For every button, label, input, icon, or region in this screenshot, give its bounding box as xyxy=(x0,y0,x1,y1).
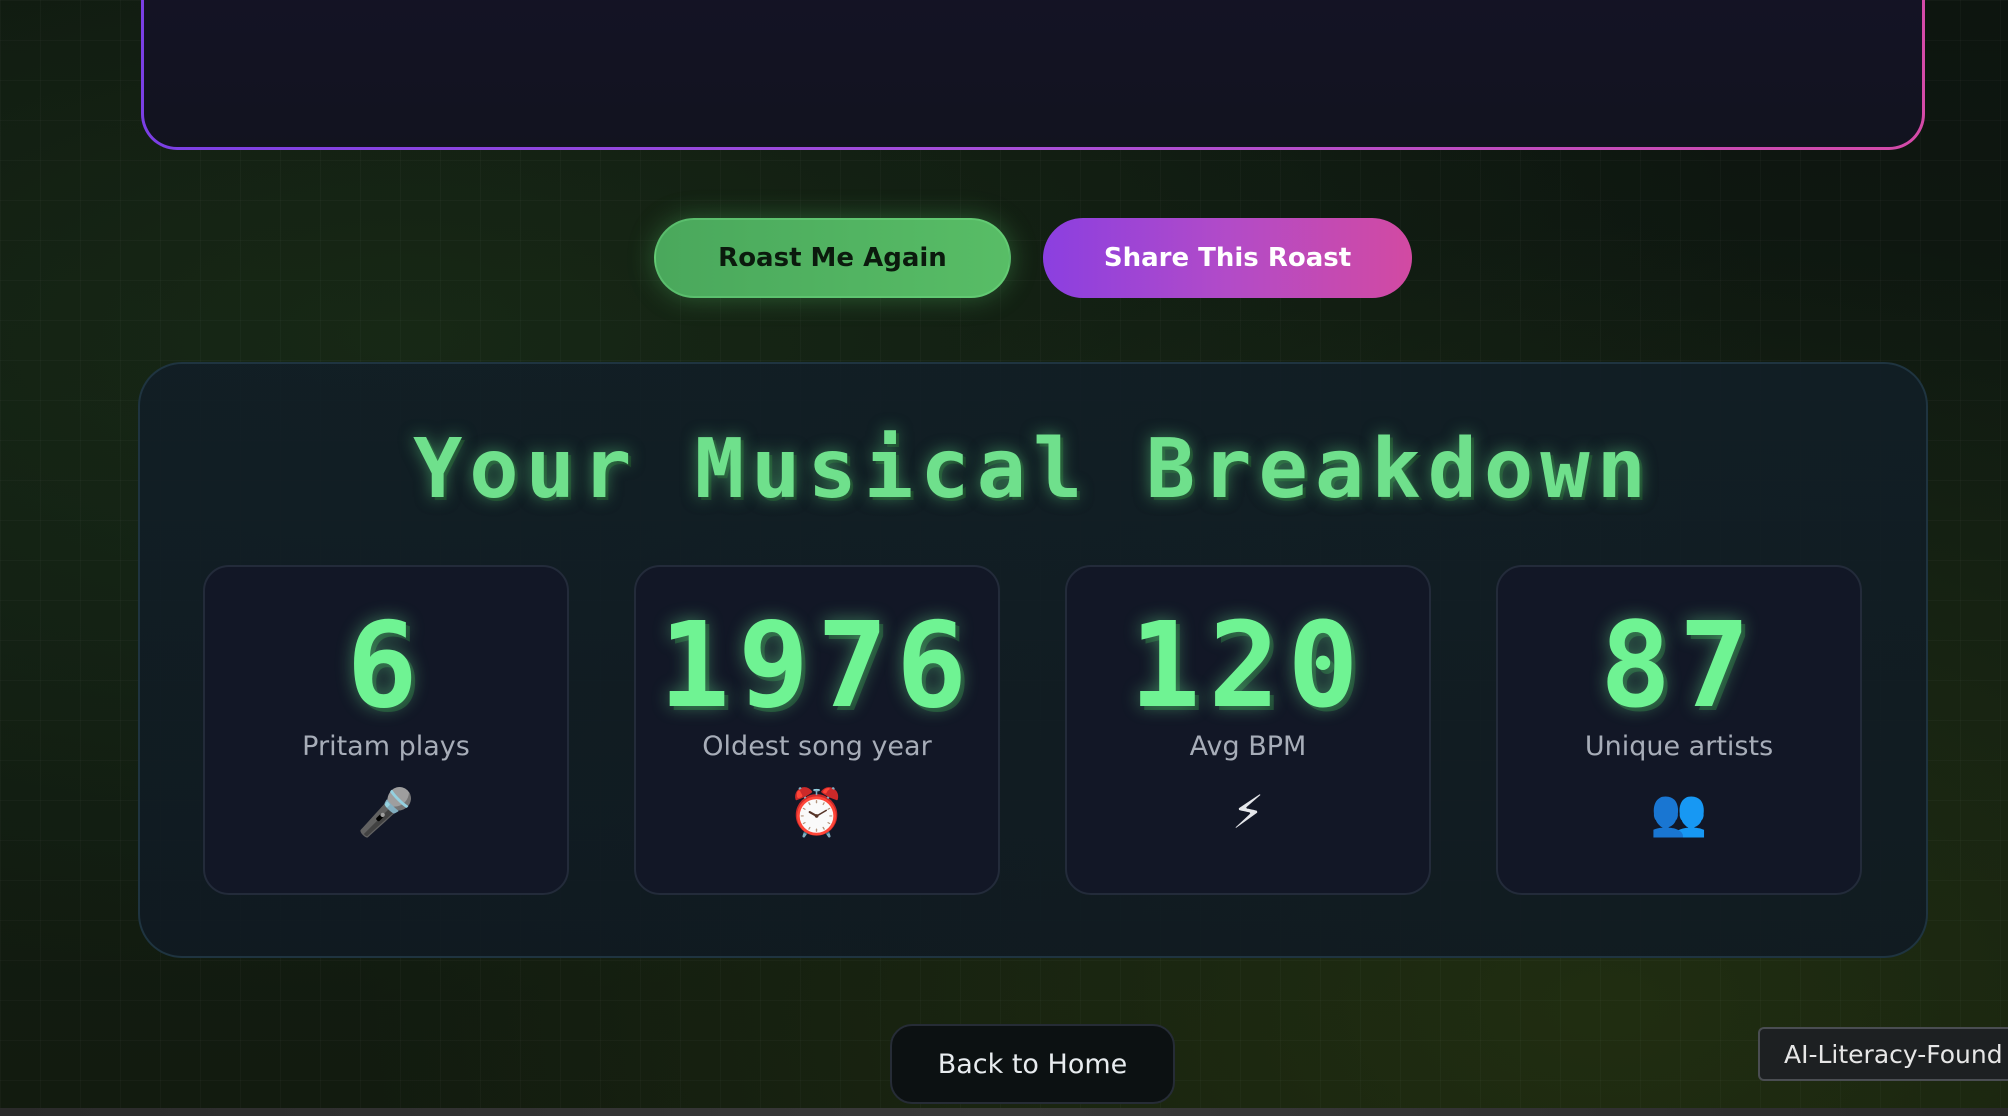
project-badge[interactable]: AI-Literacy-Found xyxy=(1758,1027,2008,1081)
microphone-icon: 🎤 xyxy=(357,786,415,838)
stat-value: 6 xyxy=(346,596,426,734)
lightning-icon: ⚡ xyxy=(1231,786,1265,838)
musical-breakdown-panel: Your Musical Breakdown 6 Pritam plays 🎤 … xyxy=(138,362,1928,958)
stat-card-pritam-plays: 6 Pritam plays 🎤 xyxy=(203,565,569,895)
people-icon: 👥 xyxy=(1650,786,1708,838)
stat-value: 87 xyxy=(1599,596,1759,734)
stat-card-oldest-song-year: 1976 Oldest song year ⏰ xyxy=(634,565,1000,895)
stat-card-unique-artists: 87 Unique artists 👥 xyxy=(1496,565,1862,895)
alarm-clock-icon: ⏰ xyxy=(788,786,846,838)
stat-label: Oldest song year xyxy=(702,731,932,762)
stat-label: Pritam plays xyxy=(302,731,470,762)
stat-value: 1976 xyxy=(658,596,976,734)
stat-label: Unique artists xyxy=(1584,731,1774,762)
share-roast-button[interactable]: Share This Roast xyxy=(1043,218,1412,298)
bottom-edge-strip xyxy=(0,1108,2008,1116)
breakdown-title: Your Musical Breakdown xyxy=(412,422,1654,517)
stat-card-avg-bpm: 120 Avg BPM ⚡ xyxy=(1065,565,1431,895)
stat-value: 120 xyxy=(1129,596,1367,734)
back-to-home-button[interactable]: Back to Home xyxy=(890,1024,1175,1104)
roast-again-button[interactable]: Roast Me Again xyxy=(654,218,1011,298)
stat-label: Avg BPM xyxy=(1189,731,1307,762)
roast-card xyxy=(141,0,1925,150)
